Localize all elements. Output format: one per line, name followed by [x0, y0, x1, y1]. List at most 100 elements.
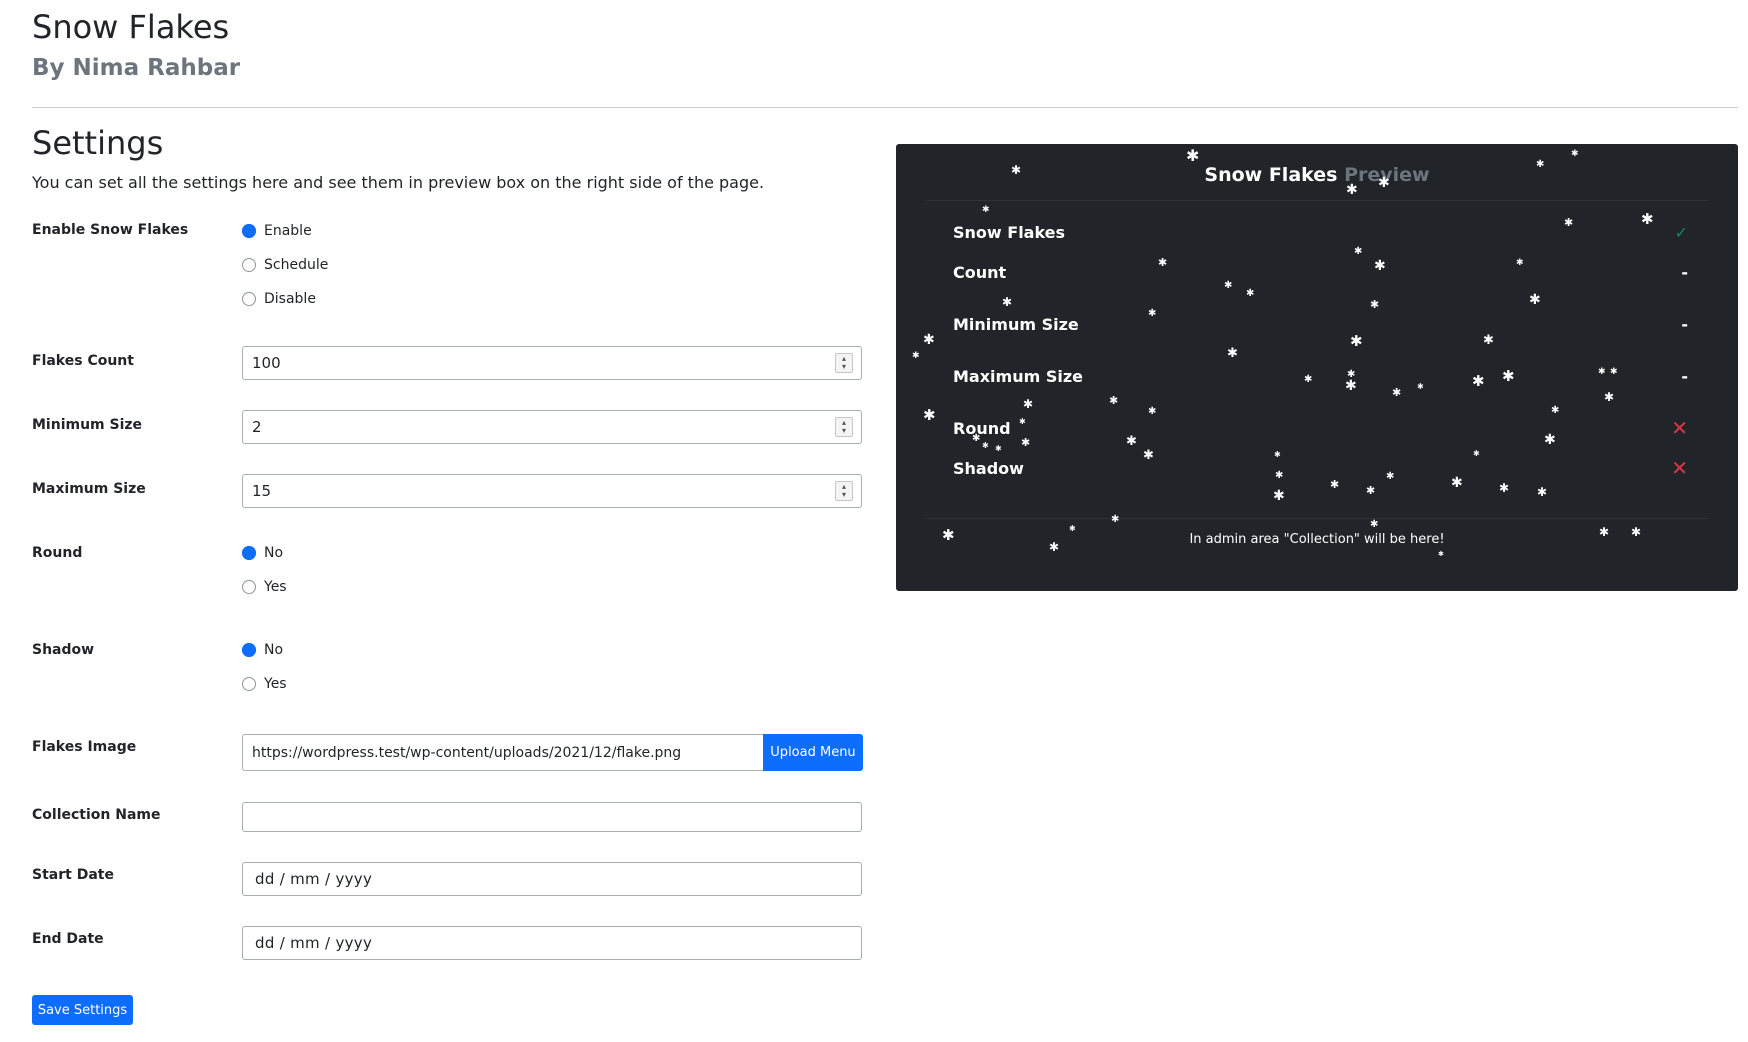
round-option-no[interactable]: No [242, 544, 283, 562]
radio-label: No [264, 642, 284, 658]
end-date-placeholder: dd / mm / yyyy [255, 934, 373, 952]
preview-divider [926, 518, 1708, 519]
snowflake-icon: ✱ [1126, 434, 1137, 449]
snowflake-icon: ✱ [1370, 298, 1379, 311]
stepper-icon[interactable]: ▴ ▾ [835, 353, 853, 373]
check-icon: ✓ [1674, 223, 1688, 242]
radio-label: Yes [264, 579, 287, 595]
preview-title: Snow Flakes Preview [896, 164, 1738, 186]
snowflake-icon: ✱ [912, 351, 920, 361]
enable-option-schedule[interactable]: Schedule [242, 256, 328, 274]
upload-button[interactable]: Upload Menu [763, 734, 863, 771]
snowflake-icon: ✱ [1148, 308, 1156, 319]
enable-label: Enable Snow Flakes [32, 222, 189, 238]
image-url-value: https://wordpress.test/wp-content/upload… [252, 744, 682, 761]
min-size-input[interactable]: 2 ▴ ▾ [242, 410, 862, 444]
radio-icon [242, 580, 256, 594]
settings-title: Settings [32, 124, 164, 162]
image-label: Flakes Image [32, 739, 137, 755]
radio-label: Disable [264, 291, 316, 307]
snowflake-icon: ✱ [1019, 417, 1026, 426]
snowflake-icon: ✱ [1529, 292, 1541, 308]
radio-icon [242, 258, 256, 272]
snowflake-icon: ✱ [1641, 210, 1654, 228]
snowflake-icon: ✱ [923, 406, 936, 424]
preview-label-max-size: Maximum Size [953, 367, 1083, 386]
snowflake-icon: ✱ [995, 444, 1002, 453]
collection-input[interactable] [242, 802, 862, 832]
snowflake-icon: ✱ [1224, 280, 1232, 291]
save-settings-button[interactable]: Save Settings [32, 995, 133, 1025]
snowflake-icon: ✱ [1354, 246, 1362, 257]
max-size-value: 15 [252, 482, 272, 500]
round-option-yes[interactable]: Yes [242, 578, 287, 596]
stepper-icon[interactable]: ▴ ▾ [835, 417, 853, 437]
preview-divider [926, 200, 1708, 201]
snowflake-icon: ✱ [1186, 146, 1199, 165]
enable-option-enable[interactable]: Enable [242, 222, 312, 240]
snowflake-icon: ✱ [1330, 478, 1339, 491]
snowflake-icon: ✱ [1610, 367, 1618, 377]
snowflake-icon: ✱ [1148, 406, 1156, 417]
preview-title-muted: Preview [1344, 164, 1430, 186]
enable-option-disable[interactable]: Disable [242, 290, 316, 308]
plugin-author: By Nima Rahbar [32, 52, 240, 84]
radio-icon [242, 292, 256, 306]
snowflake-icon: ✱ [1304, 374, 1312, 385]
author-prefix: By [32, 55, 73, 81]
snowflake-icon: ✱ [923, 332, 935, 348]
snowflake-icon: ✱ [1473, 449, 1480, 458]
min-size-label: Minimum Size [32, 417, 143, 433]
stepper-icon[interactable]: ▴ ▾ [835, 481, 853, 501]
snowflake-icon: ✱ [1227, 346, 1238, 361]
radio-checked-icon [242, 546, 256, 560]
snowflake-icon: ✱ [1274, 450, 1281, 459]
snowflake-icon: ✱ [1275, 470, 1283, 481]
settings-description: You can set all the settings here and se… [32, 173, 765, 192]
shadow-label: Shadow [32, 642, 95, 658]
image-url-input[interactable]: https://wordpress.test/wp-content/upload… [242, 734, 763, 771]
end-date-label: End Date [32, 931, 104, 947]
snowflake-icon: ✱ [1451, 475, 1463, 491]
max-size-label: Maximum Size [32, 481, 146, 497]
end-date-input[interactable]: dd / mm / yyyy [242, 926, 862, 960]
shadow-option-yes[interactable]: Yes [242, 675, 287, 693]
shadow-option-no[interactable]: No [242, 641, 283, 659]
count-input[interactable]: 100 ▴ ▾ [242, 346, 862, 380]
snowflake-icon: ✱ [1023, 397, 1033, 411]
preview-title-main: Snow Flakes [1204, 164, 1345, 186]
cross-icon: ✕ [1671, 456, 1688, 480]
cross-icon: ✕ [1671, 416, 1688, 440]
header-divider [32, 107, 1738, 108]
preview-label-shadow: Shadow [953, 459, 1024, 478]
max-size-input[interactable]: 15 ▴ ▾ [242, 474, 862, 508]
snowflake-icon: ✱ [1544, 432, 1556, 448]
radio-icon [242, 677, 256, 691]
preview-label-round: Round [953, 419, 1011, 438]
snowflake-icon: ✱ [1273, 488, 1285, 504]
snowflake-icon: ✱ [1158, 256, 1167, 269]
min-size-value: 2 [252, 418, 262, 436]
round-label: Round [32, 545, 83, 561]
start-date-input[interactable]: dd / mm / yyyy [242, 862, 862, 896]
snowflake-icon: ✱ [1143, 448, 1154, 463]
snowflake-icon: ✱ [1564, 216, 1573, 229]
preview-label-min-size: Minimum Size [953, 315, 1079, 334]
preview-label-snow-flakes: Snow Flakes [953, 223, 1066, 242]
snowflake-icon: ✱ [1571, 149, 1579, 159]
snowflake-icon: ✱ [1370, 519, 1378, 530]
snowflake-icon: ✱ [1111, 514, 1119, 525]
snowflake-icon: ✱ [1516, 258, 1524, 268]
snowflake-icon: ✱ [1483, 333, 1494, 348]
radio-checked-icon [242, 643, 256, 657]
snowflake-icon: ✱ [1499, 481, 1509, 495]
radio-label: Schedule [264, 257, 329, 273]
snowflake-icon: ✱ [1472, 372, 1485, 390]
snowflake-icon: ✱ [1246, 288, 1254, 299]
author-name: Nima Rahbar [72, 55, 241, 81]
snowflake-icon: ✱ [1604, 390, 1614, 404]
snowflake-icon: ✱ [1438, 550, 1444, 558]
radio-label: No [264, 545, 284, 561]
snowflake-icon: ✱ [1002, 295, 1012, 309]
start-date-label: Start Date [32, 867, 114, 883]
